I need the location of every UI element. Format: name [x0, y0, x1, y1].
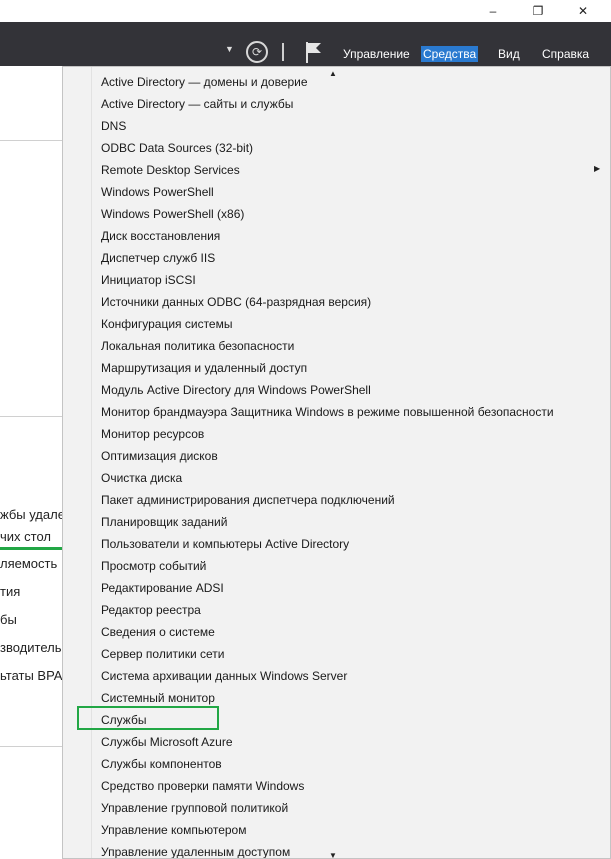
refresh-icon[interactable]: ⟳	[246, 41, 268, 63]
menu-item[interactable]: Сведения о системе	[101, 625, 215, 639]
minimize-button[interactable]: –	[473, 0, 513, 22]
menu-item[interactable]: Системный монитор	[101, 691, 215, 705]
menu-item[interactable]: Конфигурация системы	[101, 317, 232, 331]
menu-item[interactable]: DNS	[101, 119, 126, 133]
menu-tools[interactable]: Средства	[421, 46, 479, 62]
menu-item[interactable]: Редактор реестра	[101, 603, 201, 617]
menu-item[interactable]: Оптимизация дисков	[101, 449, 218, 463]
minimize-icon: –	[489, 4, 497, 18]
tile-title-line: жбы удале	[0, 507, 65, 522]
menu-item[interactable]: Монитор брандмауэра Защитника Windows в …	[101, 405, 554, 419]
scroll-up-arrow-icon[interactable]: ▲	[329, 69, 337, 78]
menu-item-remote-desktop-services[interactable]: Remote Desktop Services	[101, 163, 240, 177]
menu-item[interactable]: Active Directory — сайты и службы	[101, 97, 293, 111]
tile-link[interactable]: ляемость	[0, 556, 57, 571]
menu-item[interactable]: Монитор ресурсов	[101, 427, 204, 441]
flag-icon[interactable]	[304, 40, 324, 69]
menu-item[interactable]: Планировщик заданий	[101, 515, 227, 529]
restore-icon: ❐	[532, 4, 544, 18]
close-button[interactable]: ✕	[563, 0, 603, 22]
menu-item[interactable]: ODBC Data Sources (32-bit)	[101, 141, 253, 155]
menu-item[interactable]: Маршрутизация и удаленный доступ	[101, 361, 307, 375]
menu-item[interactable]: Редактирование ADSI	[101, 581, 224, 595]
restore-button[interactable]: ❐	[518, 0, 558, 22]
menu-item[interactable]: Управление групповой политикой	[101, 801, 288, 815]
toolbar-separator	[282, 43, 284, 61]
menu-icon-gutter	[63, 67, 92, 858]
dashboard-left-pane: жбы удале чих стол ляемость тия бы зводи…	[0, 66, 65, 859]
menu-item[interactable]: Службы Microsoft Azure	[101, 735, 233, 749]
menu-item[interactable]: Управление компьютером	[101, 823, 246, 837]
tile-link[interactable]: зводитель	[0, 640, 61, 655]
menu-item-partial-top[interactable]: Active Directory — домены и доверие	[101, 75, 308, 89]
tile-link[interactable]: бы	[0, 612, 17, 627]
menu-item[interactable]: Windows PowerShell (x86)	[101, 207, 244, 221]
menu-item[interactable]: Инициатор iSCSI	[101, 273, 196, 287]
menu-item[interactable]: Очистка диска	[101, 471, 182, 485]
divider	[0, 746, 64, 747]
menu-item[interactable]: Локальная политика безопасности	[101, 339, 294, 353]
caret-down-icon[interactable]: ▼	[225, 44, 234, 54]
submenu-arrow-icon: ▶	[594, 164, 601, 173]
divider	[0, 416, 64, 417]
highlight-box-services	[77, 706, 219, 730]
menu-item[interactable]: Службы компонентов	[101, 757, 222, 771]
menu-item[interactable]: Диск восстановления	[101, 229, 220, 243]
menu-item[interactable]: Система архивации данных Windows Server	[101, 669, 347, 683]
menu-item[interactable]: Средство проверки памяти Windows	[101, 779, 304, 793]
tile-accent-line	[0, 547, 64, 550]
divider	[0, 140, 64, 141]
menu-item[interactable]: Просмотр событий	[101, 559, 206, 573]
menu-manage[interactable]: Управление	[341, 46, 412, 62]
menu-help[interactable]: Справка	[540, 46, 591, 62]
menu-view[interactable]: Вид	[496, 46, 522, 62]
menu-item[interactable]: Пользователи и компьютеры Active Directo…	[101, 537, 349, 551]
scroll-down-arrow-icon[interactable]: ▼	[329, 851, 337, 858]
menu-item[interactable]: Источники данных ODBC (64-разрядная верс…	[101, 295, 371, 309]
menu-item-partial-bottom[interactable]: Управление удаленным доступом	[101, 845, 290, 858]
tools-dropdown-menu: ▲ Active Directory — домены и доверие Ac…	[62, 66, 611, 859]
tile-title-line: чих стол	[0, 529, 51, 544]
menu-item[interactable]: Сервер политики сети	[101, 647, 225, 661]
menu-item[interactable]: Пакет администрирования диспетчера подкл…	[101, 493, 395, 507]
menu-item[interactable]: Диспетчер служб IIS	[101, 251, 215, 265]
menu-item[interactable]: Windows PowerShell	[101, 185, 214, 199]
tile-link[interactable]: ьтаты BPA	[0, 668, 62, 683]
menu-item[interactable]: Модуль Active Directory для Windows Powe…	[101, 383, 371, 397]
window-titlebar: – ❐ ✕	[0, 0, 611, 22]
tile-link[interactable]: тия	[0, 584, 20, 599]
close-icon: ✕	[577, 4, 589, 18]
